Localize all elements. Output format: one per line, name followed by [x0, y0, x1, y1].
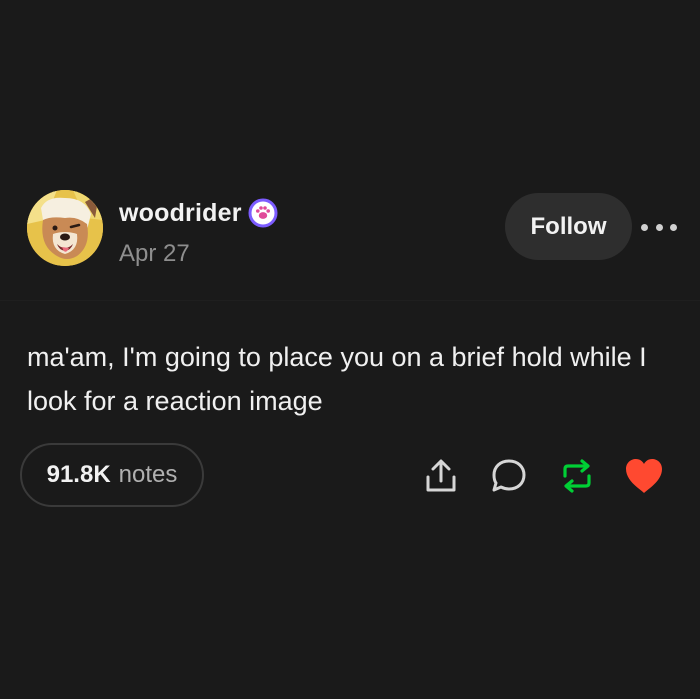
divider — [0, 300, 700, 301]
reblog-icon[interactable] — [557, 456, 597, 496]
heart-icon[interactable] — [624, 456, 664, 496]
dot — [641, 223, 648, 231]
share-icon[interactable] — [421, 456, 461, 496]
avatar[interactable] — [27, 190, 103, 266]
more-options-icon[interactable] — [641, 213, 677, 241]
username[interactable]: woodrider — [119, 199, 242, 228]
post-date[interactable]: Apr 27 — [119, 240, 190, 268]
paw-badge-icon — [248, 198, 278, 228]
post-body-text: ma'am, I'm going to place you on a brief… — [27, 342, 647, 416]
notes-count: 91.8K — [46, 461, 111, 488]
notes-button[interactable]: 91.8K notes — [20, 443, 204, 507]
dot — [655, 223, 663, 231]
notes-label: notes — [118, 461, 178, 488]
reply-bubble-icon[interactable] — [489, 456, 529, 496]
username-row: woodrider — [119, 196, 278, 230]
dot — [670, 223, 677, 231]
follow-button[interactable]: Follow — [505, 193, 632, 260]
tumblr-post-screen: woodrider Apr 27 Follow ma'am, I'm going… — [0, 0, 700, 699]
post-card: woodrider Apr 27 Follow ma'am, I'm going… — [0, 0, 700, 699]
avatar-dog-illustration — [27, 190, 103, 266]
